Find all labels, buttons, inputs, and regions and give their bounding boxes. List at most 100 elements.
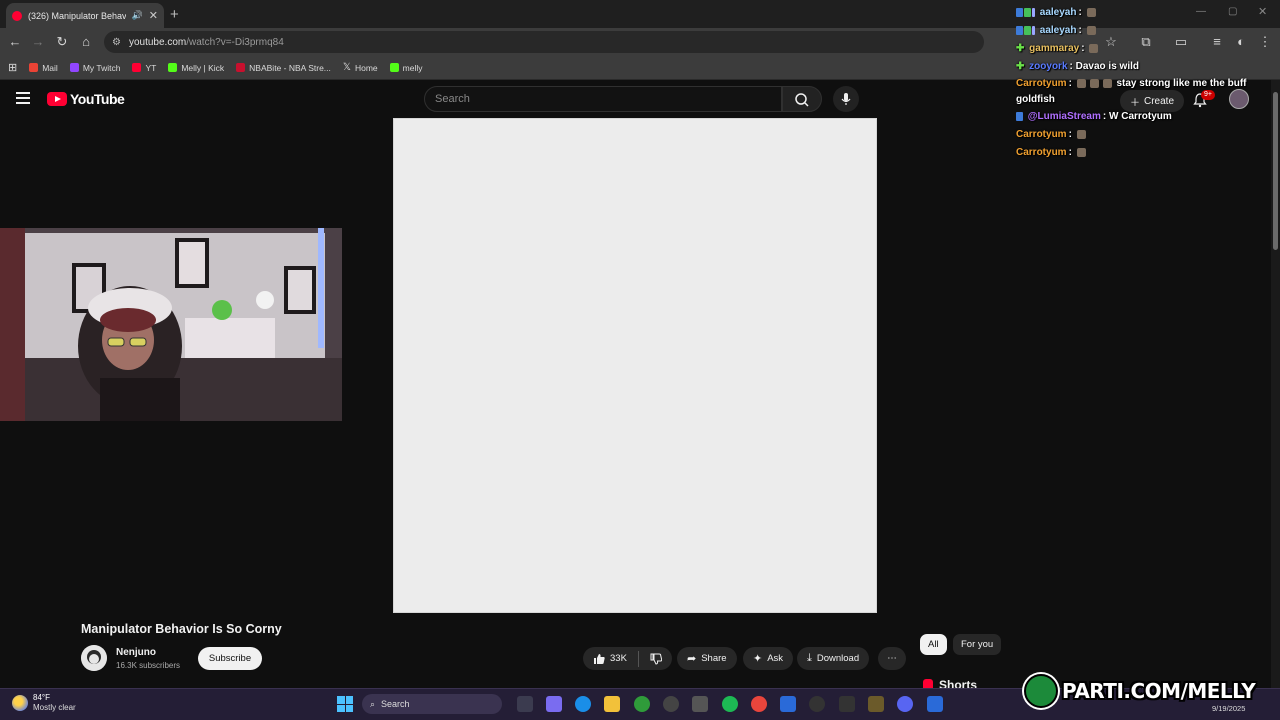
- share-label: Share: [701, 653, 727, 664]
- twitch-icon: [69, 63, 79, 72]
- bookmark-item[interactable]: NBABite - NBA Stre...: [236, 63, 331, 73]
- chat-message: Carrotyum: stay strong like me the buff …: [1016, 78, 1247, 105]
- chat-emote: [1089, 78, 1099, 88]
- close-window-button[interactable]: ✕: [1258, 5, 1267, 18]
- chat-emote: [1086, 7, 1096, 17]
- diamond-badge-icon: ✚: [1016, 61, 1025, 72]
- taskbar-search-label: Search: [381, 699, 410, 709]
- voice-search-button[interactable]: [833, 86, 859, 112]
- close-tab-icon[interactable]: ✕: [149, 9, 158, 22]
- channel-name[interactable]: Nenjuno: [116, 647, 156, 658]
- more-actions-button[interactable]: ⋯: [878, 647, 906, 670]
- share-arrow-icon: ➦: [687, 653, 697, 665]
- dislike-button[interactable]: [644, 653, 672, 665]
- chat-message: Carrotyum:: [1016, 144, 1256, 162]
- menu-kebab-icon[interactable]: ⋮: [1257, 34, 1273, 50]
- chat-username: gammaray: [1029, 43, 1080, 54]
- chat-username: Carrotyum: [1016, 78, 1067, 89]
- windows-start-icon[interactable]: [337, 696, 353, 712]
- chat-username: aaleyah: [1039, 7, 1077, 18]
- download-icon: ⤓: [807, 652, 812, 664]
- chat-badges: [1016, 111, 1023, 121]
- bookmark-item[interactable]: 𝕏 Home: [343, 62, 378, 73]
- sparkle-icon: ✦: [753, 653, 763, 665]
- ask-button[interactable]: ✦ Ask: [743, 647, 794, 670]
- hamburger-menu-icon[interactable]: [16, 92, 30, 104]
- webcam-image: [0, 228, 342, 421]
- like-button[interactable]: 33K: [583, 647, 672, 670]
- share-button[interactable]: ➦ Share: [677, 647, 737, 670]
- chat-message: ✚ zooyork: Davao is wild: [1016, 61, 1139, 72]
- apps-grid-icon[interactable]: ⊞: [8, 61, 17, 74]
- search-button[interactable]: [782, 86, 822, 112]
- webcam-overlay: [0, 228, 342, 421]
- browser-tab[interactable]: (326) Manipulator Behavio 🔊 ✕: [6, 3, 164, 28]
- chip-for-you[interactable]: For you: [953, 634, 1002, 655]
- bookmark-item[interactable]: melly: [389, 63, 422, 73]
- forward-arrow-icon[interactable]: →: [30, 34, 46, 50]
- edge-icon[interactable]: [575, 696, 591, 712]
- channel-avatar[interactable]: [81, 645, 107, 671]
- weather-widget[interactable]: 84°F Mostly clear: [12, 693, 76, 713]
- video-player[interactable]: [393, 118, 877, 613]
- app-icon[interactable]: [927, 696, 943, 712]
- ask-label: Ask: [767, 653, 784, 664]
- photos-icon[interactable]: [780, 696, 796, 712]
- youtube-play-icon: [47, 92, 67, 106]
- xbox-icon[interactable]: [634, 696, 650, 712]
- stream-watermark: PARTI.COM/MELLY: [1024, 672, 1276, 710]
- scrollbar-thumb[interactable]: [1273, 92, 1278, 250]
- bookmark-label: Mail: [42, 62, 58, 73]
- chat-emote: [1076, 129, 1086, 139]
- subscribe-button[interactable]: Subscribe: [198, 647, 262, 670]
- chat-username: Carrotyum: [1016, 147, 1067, 158]
- like-count: 33K: [610, 653, 627, 664]
- microphone-icon: [841, 93, 851, 105]
- stream-chat-overlay: aaleyah: aaleyah: ✚ gammaray: ✚ zooyork:…: [1016, 4, 1256, 162]
- bookmark-item[interactable]: My Twitch: [69, 63, 120, 73]
- new-tab-button[interactable]: +: [170, 6, 179, 23]
- speaker-icon[interactable]: 🔊: [132, 10, 143, 21]
- download-label: Download: [816, 653, 860, 664]
- search-input[interactable]: Search: [424, 86, 782, 112]
- chrome-icon[interactable]: [751, 696, 767, 712]
- app-icon[interactable]: [868, 696, 884, 712]
- bookmark-label: Home: [354, 62, 378, 73]
- file-explorer-icon[interactable]: [604, 696, 620, 712]
- youtube-favicon-icon: [12, 10, 22, 21]
- youtube-wordmark: YouTube: [70, 91, 125, 107]
- discord-icon[interactable]: [897, 696, 913, 712]
- site-info-icon[interactable]: ⚙: [112, 37, 121, 48]
- url-path: /watch?v=-Di3prmq84: [186, 36, 284, 48]
- bookmark-item[interactable]: Melly | Kick: [168, 63, 224, 73]
- kick-icon: [168, 63, 178, 72]
- spotify-icon[interactable]: [722, 696, 738, 712]
- chat-emote: [1102, 78, 1112, 88]
- app-icon[interactable]: [839, 696, 855, 712]
- like-divider: [637, 650, 639, 667]
- download-button[interactable]: ⤓ Download: [797, 647, 870, 670]
- chat-emote: [1076, 147, 1086, 157]
- back-arrow-icon[interactable]: ←: [7, 34, 23, 50]
- weather-temp: 84°F: [33, 693, 50, 702]
- bookmark-item[interactable]: YT: [132, 63, 156, 73]
- media-player-icon[interactable]: [809, 696, 825, 712]
- copilot-icon[interactable]: [546, 696, 562, 712]
- mail-icon: [29, 63, 39, 72]
- channel-subscriber-count: 16.3K subscribers: [116, 661, 181, 670]
- chat-badges: [1016, 7, 1035, 17]
- address-bar[interactable]: ⚙ youtube.com/watch?v=-Di3prmq84: [104, 31, 984, 53]
- bookmark-item[interactable]: Mail: [29, 63, 58, 73]
- chip-all[interactable]: All: [920, 634, 947, 655]
- chat-emote: [1089, 43, 1099, 53]
- more-horizontal-icon: ⋯: [887, 653, 897, 664]
- bookmark-label: YT: [145, 62, 157, 73]
- url-host: youtube.com: [128, 36, 187, 48]
- home-icon[interactable]: ⌂: [78, 34, 94, 50]
- youtube-logo[interactable]: YouTube: [47, 91, 125, 107]
- reload-icon[interactable]: ↻: [54, 34, 70, 50]
- store-icon[interactable]: [692, 696, 708, 712]
- taskbar-search[interactable]: ⌕ Search: [362, 694, 502, 714]
- obs-icon[interactable]: [663, 696, 679, 712]
- task-view-icon[interactable]: [517, 696, 533, 712]
